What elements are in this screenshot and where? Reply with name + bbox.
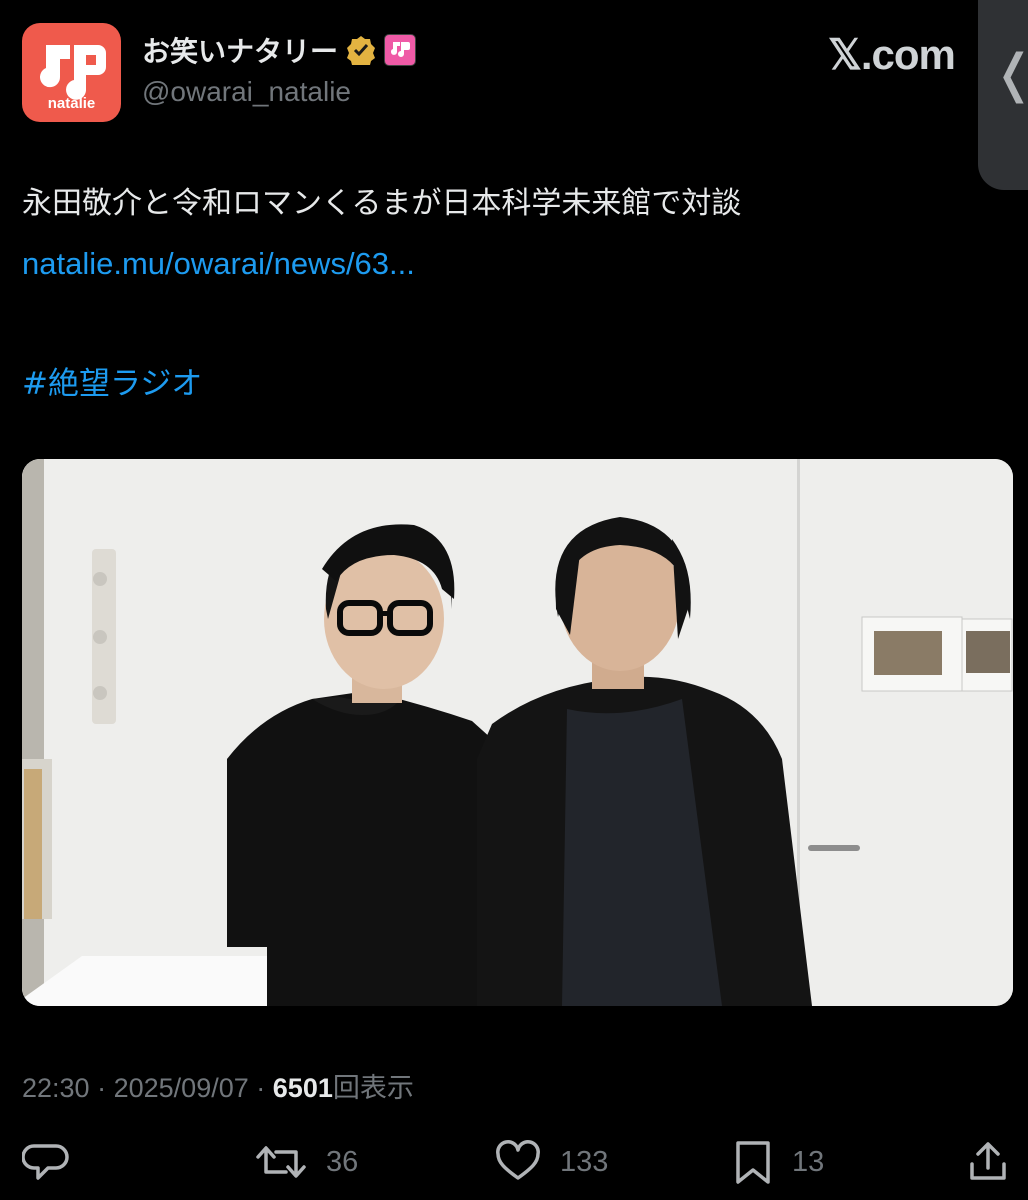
tweet-photo[interactable]	[22, 459, 1013, 1006]
display-name[interactable]: お笑いナタリー	[142, 30, 338, 70]
chevron-left-icon: ❬	[992, 44, 1028, 104]
tweet-link[interactable]: natalie.mu/owarai/news/63...	[22, 246, 415, 282]
like-count: 133	[560, 1145, 609, 1178]
meta-separator: ·	[256, 1073, 266, 1103]
like-button[interactable]: 133	[494, 1138, 608, 1186]
hashtag-link[interactable]: #絶望ラジオ	[22, 358, 202, 403]
retweet-count: 36	[326, 1145, 359, 1178]
tweet-text: 永田敬介と令和ロマンくるまが日本科学未来館で対談	[22, 186, 742, 221]
view-count: 6501	[272, 1073, 333, 1103]
reply-button[interactable]	[22, 1138, 88, 1186]
site-label: 𝕏.com	[828, 31, 956, 78]
author-name-row[interactable]: お笑いナタリー	[142, 30, 417, 70]
heart-icon	[496, 1140, 540, 1180]
avatar[interactable]: natalie	[22, 23, 121, 122]
share-button[interactable]	[964, 1138, 1012, 1186]
side-panel-tab[interactable]: ❬	[978, 0, 1028, 190]
meta-separator: ·	[97, 1073, 107, 1103]
affiliate-badge-icon[interactable]	[384, 34, 417, 66]
tweet-time[interactable]: 22:30	[22, 1073, 90, 1103]
bookmark-icon	[736, 1141, 770, 1184]
bookmark-count: 13	[792, 1145, 825, 1178]
verified-badge-icon	[347, 36, 376, 65]
view-count-label: 回表示	[332, 1073, 414, 1103]
bookmark-button[interactable]: 13	[732, 1138, 824, 1186]
tweet-date[interactable]: 2025/09/07	[114, 1073, 249, 1103]
reply-icon	[22, 1144, 69, 1180]
photo-illustration	[22, 459, 1013, 1006]
avatar-label: natalie	[47, 95, 96, 112]
tweet-meta: 22:30 · 2025/09/07 · 6501回表示	[22, 1066, 414, 1105]
retweet-button[interactable]: 36	[254, 1138, 358, 1186]
handle[interactable]: @owarai_natalie	[142, 76, 351, 108]
share-icon	[970, 1142, 1006, 1180]
retweet-icon	[256, 1146, 306, 1178]
